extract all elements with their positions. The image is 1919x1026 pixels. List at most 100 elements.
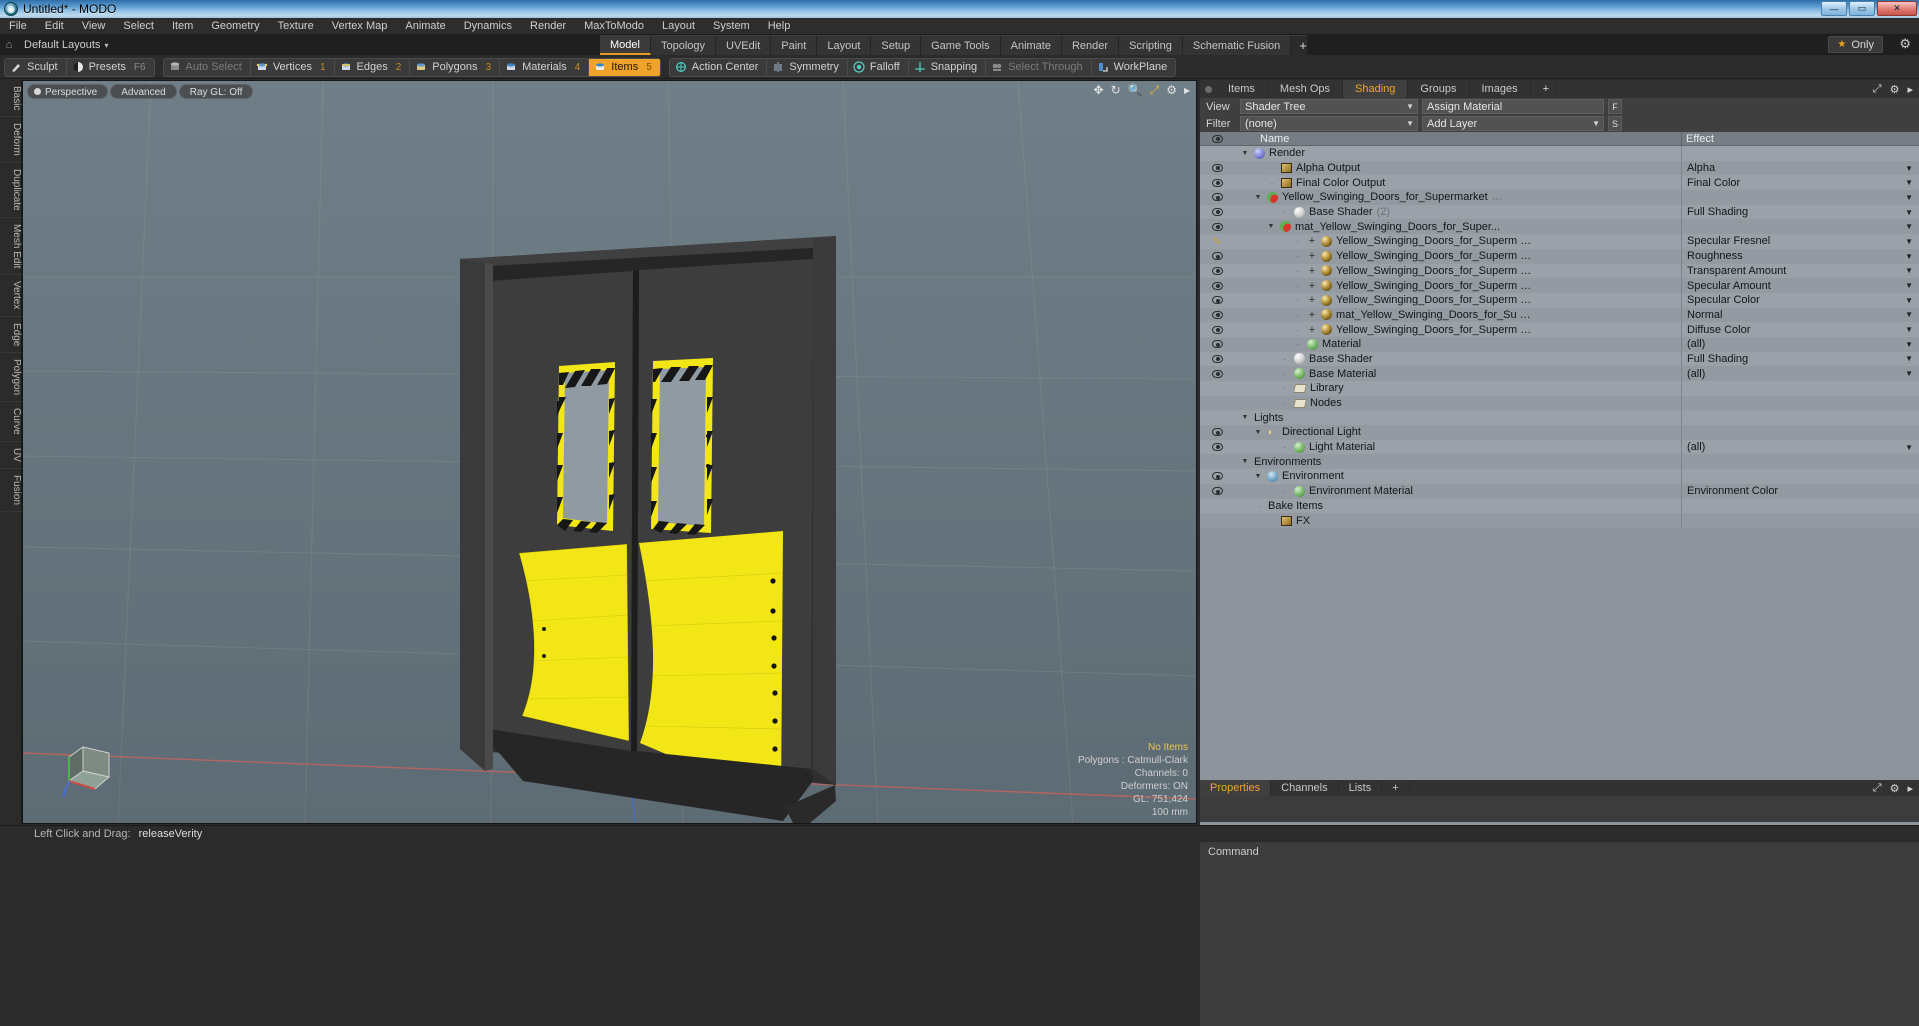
visibility-toggle[interactable]: [1200, 252, 1234, 261]
shader-tree-row-name-cell[interactable]: ▼ Render: [1234, 147, 1681, 159]
add-bottom-tab-button[interactable]: +: [1382, 780, 1410, 796]
shader-tree-row-name-cell[interactable]: · Library: [1234, 382, 1681, 394]
shader-tree-row-name-cell[interactable]: · FX: [1234, 515, 1681, 527]
layout-tab-setup[interactable]: Setup: [871, 35, 922, 55]
expand-icon[interactable]: ⤢: [1873, 782, 1882, 795]
shader-tree-row-effect-cell[interactable]: Specular Fresnel ▼: [1681, 234, 1919, 249]
shader-tree-row-name-cell[interactable]: · + Yellow_Swinging_Doors_for_Superm …: [1234, 294, 1681, 306]
toolbar-item-items[interactable]: Items 5: [589, 58, 660, 76]
chevron-right-icon[interactable]: ▸: [1907, 83, 1913, 96]
fit-icon[interactable]: ⤢: [1150, 84, 1160, 96]
menu-item-help[interactable]: Help: [759, 18, 800, 35]
maximize-button[interactable]: ▭: [1849, 1, 1875, 16]
add-tab-button[interactable]: +: [1531, 80, 1556, 98]
shader-tree-row[interactable]: · + Yellow_Swinging_Doors_for_Superm … Tran…: [1200, 263, 1919, 279]
shader-tree-row[interactable]: ▼ Environment: [1200, 469, 1919, 484]
visibility-toggle[interactable]: [1200, 325, 1234, 334]
shader-tree-row-name-cell[interactable]: · Final Color Output: [1234, 177, 1681, 189]
shader-tree-row-name-cell[interactable]: ▼ mat_Yellow_Swinging_Doors_for_Super...: [1234, 221, 1681, 233]
rail-item-deform[interactable]: Deform: [0, 117, 22, 164]
viewport-3d[interactable]: Perspective Advanced Ray GL: Off ✥ ↻ 🔍 ⤢ ⚙…: [22, 80, 1197, 824]
layout-tab-animate[interactable]: Animate: [1000, 35, 1062, 55]
menu-item-select[interactable]: Select: [114, 18, 163, 35]
shader-tree-row[interactable]: · FX: [1200, 513, 1919, 528]
expand-plus-icon[interactable]: +: [1307, 294, 1317, 306]
rail-item-basic[interactable]: Basic: [0, 80, 22, 118]
zoom-icon[interactable]: 🔍: [1128, 84, 1143, 96]
move-icon[interactable]: ✥: [1094, 84, 1104, 96]
viewport-pill-ray-gl-off[interactable]: Ray GL: Off: [178, 83, 254, 99]
visibility-toggle[interactable]: [1200, 266, 1234, 275]
menu-item-texture[interactable]: Texture: [269, 18, 323, 35]
visibility-toggle[interactable]: [1200, 281, 1234, 290]
shader-tree-row-name-cell[interactable]: ▼ Environment: [1234, 470, 1681, 482]
gear-icon[interactable]: ⚙: [1166, 84, 1177, 96]
chevron-down-icon[interactable]: ▼: [1905, 340, 1913, 349]
chevron-down-icon[interactable]: ▾: [104, 41, 108, 50]
layout-tab-uvedit[interactable]: UVEdit: [716, 35, 772, 55]
shader-tree-row-effect-cell[interactable]: (all) ▼: [1681, 439, 1919, 455]
shader-tree-row[interactable]: · Base Shader (2) Full Shading ▼: [1200, 204, 1919, 220]
layout-tab-render[interactable]: Render: [1061, 35, 1120, 55]
layout-tab-layout[interactable]: Layout: [817, 35, 872, 55]
chevron-down-icon[interactable]: ▼: [1905, 178, 1913, 187]
gear-icon[interactable]: ⚙: [1890, 83, 1900, 96]
add-layer-select[interactable]: Add Layer ▼: [1422, 116, 1604, 131]
layout-tab-model[interactable]: Model: [600, 35, 651, 55]
menu-item-dynamics[interactable]: Dynamics: [455, 18, 521, 35]
shader-tree-row-effect-cell[interactable]: ▼: [1681, 219, 1919, 235]
axis-gizmo[interactable]: [61, 739, 127, 801]
shader-tree-row-name-cell[interactable]: · Nodes: [1234, 397, 1681, 409]
visibility-toggle[interactable]: [1200, 208, 1234, 217]
gear-icon[interactable]: ⚙: [1890, 782, 1900, 795]
close-button[interactable]: ✕: [1877, 1, 1917, 16]
visibility-toggle[interactable]: [1200, 340, 1234, 349]
shader-tree-row-effect-cell[interactable]: Full Shading ▼: [1681, 204, 1919, 220]
twisty-open-icon[interactable]: ▼: [1253, 194, 1263, 201]
shader-tree-row-name-cell[interactable]: ▼ Environments: [1234, 456, 1681, 468]
shader-tree-row[interactable]: · + Yellow_Swinging_Doors_for_Superm … Spec…: [1200, 292, 1919, 308]
chevron-down-icon[interactable]: ▼: [1905, 252, 1913, 261]
shader-tree-row[interactable]: ▼ Yellow_Swinging_Doors_for_Supermarket… ▼: [1200, 190, 1919, 205]
menu-item-render[interactable]: Render: [521, 18, 575, 35]
shader-tree-row-effect-cell[interactable]: Alpha ▼: [1681, 160, 1919, 176]
menu-item-maxtomodo[interactable]: MaxToModo: [575, 18, 653, 35]
filter-select[interactable]: (none) ▼: [1240, 116, 1418, 131]
menu-item-item[interactable]: Item: [163, 18, 202, 35]
toolbar-item-vertices[interactable]: Vertices 1: [251, 58, 335, 76]
chevron-down-icon[interactable]: ▼: [1905, 325, 1913, 334]
bottom-tab-channels[interactable]: Channels: [1271, 780, 1339, 796]
shader-tree-row-name-cell[interactable]: · Base Material: [1234, 368, 1681, 380]
expand-plus-icon[interactable]: +: [1307, 280, 1317, 292]
viewport-tools[interactable]: ✥ ↻ 🔍 ⤢ ⚙ ▸: [1094, 84, 1190, 96]
expand-plus-icon[interactable]: +: [1307, 265, 1317, 277]
visibility-toggle[interactable]: [1200, 222, 1234, 231]
shader-tree-row-name-cell[interactable]: · Alpha Output: [1234, 162, 1681, 174]
shader-tree-row-effect-cell[interactable]: Full Shading ▼: [1681, 351, 1919, 367]
default-layouts-label[interactable]: Default Layouts: [18, 39, 100, 51]
viewport-pill-perspective[interactable]: Perspective: [27, 83, 109, 99]
menu-item-edit[interactable]: Edit: [36, 18, 73, 35]
shader-tree-row-name-cell[interactable]: · Base Shader: [1234, 353, 1681, 365]
chevron-down-icon[interactable]: ▼: [1905, 266, 1913, 275]
chevron-down-icon[interactable]: ▼: [1905, 193, 1913, 202]
layout-tab-paint[interactable]: Paint: [771, 35, 818, 55]
menu-item-geometry[interactable]: Geometry: [202, 18, 268, 35]
twisty-open-icon[interactable]: ▼: [1240, 414, 1250, 421]
shader-tree-row-effect-cell[interactable]: Transparent Amount ▼: [1681, 263, 1919, 279]
rail-item-mesh-edit[interactable]: Mesh Edit: [0, 218, 22, 276]
rail-item-fusion[interactable]: Fusion: [0, 469, 22, 512]
menu-item-layout[interactable]: Layout: [653, 18, 704, 35]
expand-plus-icon[interactable]: +: [1307, 250, 1317, 262]
view-f-button[interactable]: F: [1608, 99, 1622, 114]
twisty-open-icon[interactable]: ▼: [1253, 429, 1263, 436]
shader-tree-row[interactable]: · Bake Items: [1200, 498, 1919, 514]
assign-material-button[interactable]: Assign Material: [1422, 99, 1604, 114]
chevron-down-icon[interactable]: ▼: [1905, 296, 1913, 305]
rail-item-curve[interactable]: Curve: [0, 402, 22, 442]
window-controls[interactable]: — ▭ ✕: [1821, 1, 1917, 16]
toolbar-item-snapping[interactable]: Snapping: [909, 58, 987, 76]
menu-item-animate[interactable]: Animate: [396, 18, 454, 35]
chevron-down-icon[interactable]: ▼: [1905, 208, 1913, 217]
rail-item-edge[interactable]: Edge: [0, 317, 22, 354]
